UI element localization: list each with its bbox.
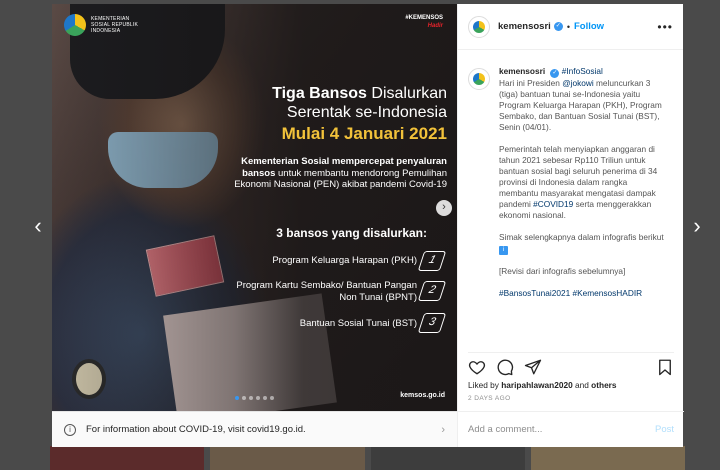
hashtag-sub: Hadir bbox=[427, 23, 443, 29]
headline-date: Mulai 4 Januari 2021 bbox=[281, 124, 447, 143]
comment-box: Post bbox=[458, 411, 684, 447]
infographic-headline: Tiga Bansos Disalurkan Serentak se-Indon… bbox=[207, 84, 447, 191]
likes-summary: Liked by haripahlawan2020 and others bbox=[468, 380, 617, 390]
header-separator: • bbox=[566, 21, 570, 32]
comment-input[interactable] bbox=[468, 424, 628, 435]
background-post-thumb bbox=[210, 446, 365, 470]
post-media[interactable]: KEMENTERIAN SOSIAL REPUBLIK INDONESIA #K… bbox=[52, 4, 457, 447]
org-name: KEMENTERIAN SOSIAL REPUBLIK INDONESIA bbox=[91, 16, 138, 34]
liked-user[interactable]: haripahlawan2020 bbox=[501, 380, 572, 390]
heart-icon[interactable] bbox=[468, 358, 486, 376]
headline-rest: Disalurkan bbox=[371, 85, 447, 102]
chevron-right-icon: › bbox=[441, 423, 445, 436]
bookmark-icon[interactable] bbox=[656, 358, 674, 376]
caption-avatar[interactable] bbox=[468, 68, 490, 90]
hashtag-text: #KEMENSOS bbox=[405, 15, 443, 21]
previous-post-arrow-icon[interactable]: ‹ bbox=[28, 214, 48, 238]
post-caption: kemensosri ✓ #InfoSosial Hari ini Presid… bbox=[468, 66, 674, 342]
covid-info-text: For information about COVID-19, visit co… bbox=[86, 424, 306, 435]
comment-icon[interactable] bbox=[496, 358, 514, 376]
bansos-item: Program Keluarga Harapan (PKH) bbox=[272, 255, 417, 266]
carousel-dot bbox=[263, 396, 267, 400]
account-avatar[interactable] bbox=[468, 15, 490, 38]
kemensos-logo-icon bbox=[64, 14, 86, 36]
verified-badge-icon: ✓ bbox=[550, 69, 560, 78]
info-emoji-icon: i bbox=[499, 246, 508, 255]
post-header: kemensosri ✓ • Follow ••• bbox=[458, 4, 683, 50]
covid-info-bar[interactable]: i For information about COVID-19, visit … bbox=[52, 411, 457, 447]
carousel-dots bbox=[235, 396, 274, 400]
carousel-dot bbox=[235, 396, 239, 400]
caption-mention[interactable]: @jokowi bbox=[562, 78, 593, 88]
caption-covid-hashtag[interactable]: #COVID19 bbox=[533, 199, 573, 209]
liked-others[interactable]: others bbox=[591, 380, 616, 390]
caption-p4: [Revisi dari infografis sebelumnya] bbox=[499, 266, 626, 276]
background-post-strip bbox=[50, 446, 685, 470]
headline-line-2: Serentak se-Indonesia bbox=[286, 104, 447, 121]
hashtag-badge: #KEMENSOS Hadir bbox=[405, 14, 443, 30]
carousel-dot bbox=[249, 396, 253, 400]
website-label: kemsos.go.id bbox=[400, 392, 445, 399]
post-side-panel: kemensosri ✓ • Follow ••• kemensosri ✓ #… bbox=[457, 4, 684, 447]
follow-button[interactable]: Follow bbox=[574, 21, 604, 32]
kemensos-logo: KEMENTERIAN SOSIAL REPUBLIK INDONESIA bbox=[64, 14, 147, 36]
headline-description: Kementerian Sosial mempercepat penyalura… bbox=[207, 156, 447, 191]
bansos-item: Program Kartu Sembako/ Bantuan Pangan No… bbox=[236, 280, 417, 303]
info-icon: i bbox=[64, 423, 76, 436]
caption-p1-a: Hari ini Presiden bbox=[499, 78, 560, 88]
bansos-list-title: 3 bansos yang disalurkan: bbox=[276, 226, 427, 240]
carousel-dot bbox=[270, 396, 274, 400]
share-icon[interactable] bbox=[524, 358, 542, 376]
post-modal: KEMENTERIAN SOSIAL REPUBLIK INDONESIA #K… bbox=[52, 4, 684, 447]
post-comment-button[interactable]: Post bbox=[655, 424, 674, 435]
carousel-dot bbox=[242, 396, 246, 400]
carousel-dot bbox=[256, 396, 260, 400]
headline-bold: Tiga Bansos bbox=[272, 85, 367, 102]
caption-text: kemensosri ✓ #InfoSosial Hari ini Presid… bbox=[499, 66, 667, 342]
caption-p3: Simak selengkapnya dalam infografis beri… bbox=[499, 232, 664, 242]
background-post-thumb bbox=[530, 446, 685, 470]
caption-tags[interactable]: #BansosTunai2021 #KemensosHADIR bbox=[499, 288, 667, 299]
background-post-thumb bbox=[370, 446, 525, 470]
background-post-thumb bbox=[50, 446, 205, 470]
next-post-arrow-icon[interactable]: › bbox=[687, 214, 707, 238]
bansos-item: Bantuan Sosial Tunai (BST) bbox=[299, 318, 417, 329]
liked-prefix: Liked by bbox=[468, 380, 499, 390]
post-actions bbox=[468, 352, 674, 376]
post-date[interactable]: 2 DAYS AGO bbox=[468, 395, 511, 402]
more-options-icon[interactable]: ••• bbox=[657, 20, 673, 34]
media-next-slide-icon[interactable]: › bbox=[436, 200, 452, 216]
verified-badge-icon: ✓ bbox=[553, 22, 563, 31]
caption-hashtag[interactable]: #InfoSosial bbox=[562, 66, 603, 76]
headline-line-1: Tiga Bansos Disalurkan bbox=[207, 84, 447, 103]
caption-username[interactable]: kemensosri bbox=[499, 66, 545, 76]
account-username[interactable]: kemensosri bbox=[498, 21, 551, 32]
liked-suffix: and bbox=[575, 380, 589, 390]
